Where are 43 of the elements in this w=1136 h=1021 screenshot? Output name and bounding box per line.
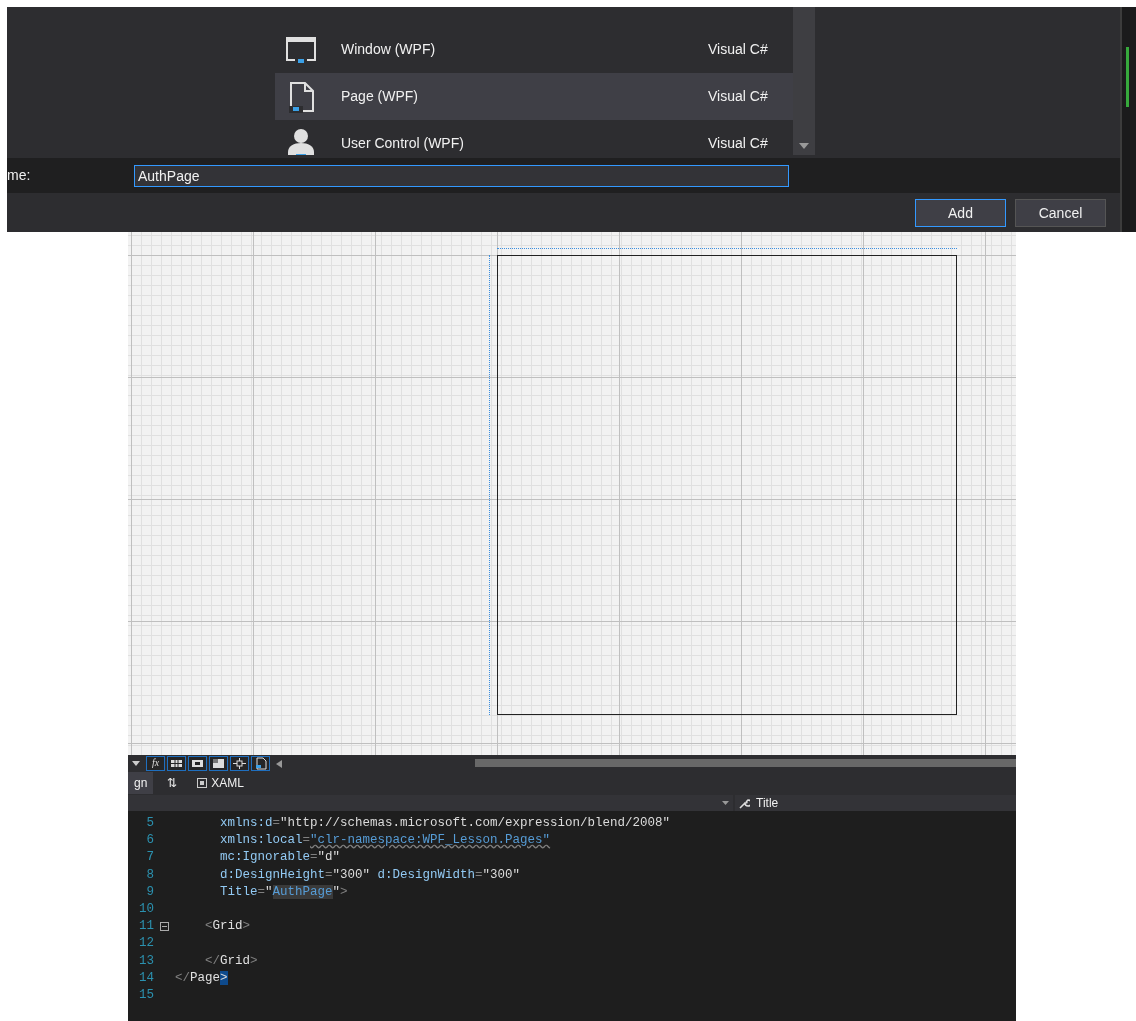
code-line: xmlns:local="clr-namespace:WPF_Lesson.Pages" — [219, 832, 551, 850]
code-line: xmlns:d="http://schemas.microsoft.com/expression/blend/2008" — [219, 815, 671, 832]
code-line: d:DesignHeight="300" d:DesignWidth="300" — [219, 866, 521, 884]
scrollbar[interactable] — [793, 7, 815, 155]
collapse-icon[interactable] — [160, 922, 169, 932]
line-number: 14 — [138, 969, 154, 987]
scroll-left-icon[interactable] — [276, 759, 282, 768]
checker-icon[interactable] — [211, 756, 226, 770]
editor-tab[interactable]: XAML — [191, 772, 251, 794]
line-number: 9 — [145, 883, 154, 901]
dialog-button[interactable]: Add — [915, 199, 1006, 227]
line-number: 10 — [138, 900, 154, 918]
line-number: 8 — [145, 866, 154, 884]
crosshair-icon[interactable] — [232, 756, 247, 770]
code-editor[interactable] — [128, 811, 1016, 1021]
template-item[interactable]: Page (WPF) Visual C# — [275, 73, 793, 120]
template-item[interactable]: Window (WPF) Visual C# — [275, 26, 793, 73]
line-number: 13 — [138, 952, 154, 970]
dialog-button[interactable]: Cancel — [1015, 199, 1106, 227]
dropdown-icon[interactable] — [722, 801, 729, 805]
line-number: 6 — [145, 832, 154, 850]
xaml-icon — [197, 778, 208, 788]
line-number: 5 — [145, 815, 154, 832]
document-icon[interactable] — [253, 756, 268, 770]
editor-tab[interactable]: ⇅ — [161, 772, 184, 794]
editor-tab[interactable]: gn — [128, 772, 154, 794]
template-item[interactable]: User Control (WPF) Visual C# — [275, 120, 793, 155]
code-line: mc:Ignorable="d" — [219, 849, 341, 867]
line-number: 7 — [145, 849, 154, 867]
member-selector[interactable]: Title — [735, 795, 1016, 811]
wrench-icon — [739, 797, 750, 809]
line-number: 11 — [138, 918, 154, 936]
name-field[interactable]: AuthPage — [134, 164, 789, 187]
dropdown-icon[interactable] — [132, 761, 140, 767]
line-number: 15 — [138, 986, 154, 1004]
formula-button[interactable]: fx — [146, 755, 165, 771]
line-number: 12 — [138, 935, 154, 953]
code-line: Title="AuthPage"> — [219, 883, 348, 901]
name-label: me: — [7, 166, 32, 185]
scrollbar[interactable] — [475, 759, 1016, 767]
code-line: <Grid> — [204, 918, 251, 936]
code-line: </Grid> — [204, 952, 258, 970]
scroll-down-icon[interactable] — [799, 143, 809, 149]
